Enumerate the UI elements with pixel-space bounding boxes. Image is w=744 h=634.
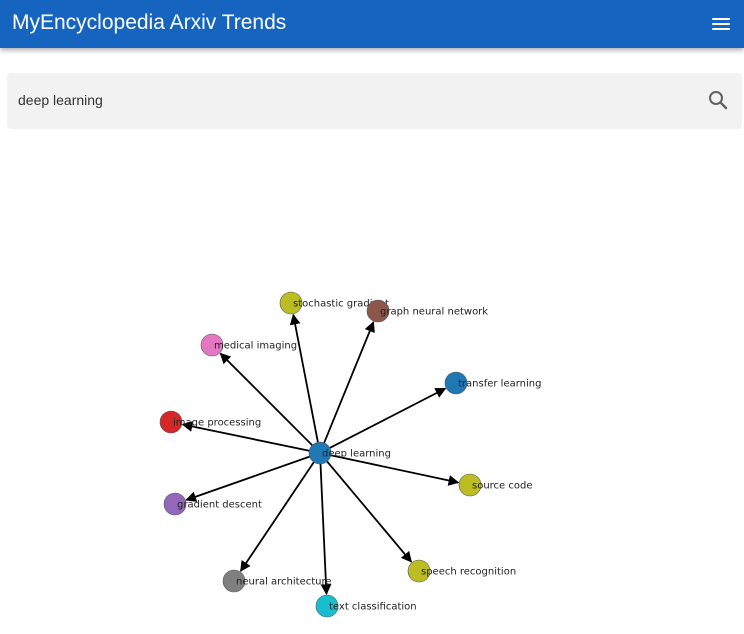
graph-node-transfer-learning-label: transfer learning xyxy=(458,379,541,390)
edge-text-classification xyxy=(319,463,332,596)
graph-node-neural-architecture[interactable]: neural architecture xyxy=(222,569,332,593)
search-icon[interactable] xyxy=(706,88,730,112)
graph-node-transfer-learning[interactable]: transfer learning xyxy=(444,371,541,395)
graph-node-text-classification-label: text classification xyxy=(329,602,417,613)
edge-speech-recognition xyxy=(326,460,412,563)
search-bar xyxy=(7,73,742,129)
graph-node-speech-recognition[interactable]: speech recognition xyxy=(407,559,516,583)
graph-node-image-processing-label: image processing xyxy=(173,418,261,429)
graph-node-gradient-descent[interactable]: gradient descent xyxy=(163,492,262,516)
keyword-graph: stochastic gradientgraph neural networkm… xyxy=(159,291,541,618)
edge-gradient-descent xyxy=(185,455,310,502)
edge-stochastic-gradient xyxy=(289,313,319,443)
search-input[interactable] xyxy=(18,88,668,112)
edge-medical-imaging xyxy=(219,352,313,446)
graph-node-center-label: deep learning xyxy=(322,449,391,460)
edge-graph-neural-network xyxy=(323,321,375,444)
graph-node-medical-imaging-label: medical imaging xyxy=(214,341,297,352)
graph-node-source-code[interactable]: source code xyxy=(458,473,533,497)
graph-node-speech-recognition-label: speech recognition xyxy=(421,567,516,578)
graph-node-text-classification[interactable]: text classification xyxy=(315,594,417,618)
app-bar: MyEncyclopedia Arxiv Trends xyxy=(0,0,744,48)
edge-transfer-learning xyxy=(329,387,447,449)
graph-node-graph-neural-network-label: graph neural network xyxy=(380,307,488,318)
graph-node-neural-architecture-label: neural architecture xyxy=(236,577,332,588)
graph-node-center[interactable]: deep learning xyxy=(308,441,391,465)
app-title: MyEncyclopedia Arxiv Trends xyxy=(12,11,287,34)
graph-node-graph-neural-network[interactable]: graph neural network xyxy=(366,299,488,323)
graph-node-medical-imaging[interactable]: medical imaging xyxy=(200,333,297,357)
hamburger-menu-icon[interactable] xyxy=(708,12,734,36)
graph-node-gradient-descent-label: gradient descent xyxy=(177,500,262,511)
edge-neural-architecture xyxy=(239,461,315,572)
graph-node-source-code-label: source code xyxy=(472,481,533,492)
